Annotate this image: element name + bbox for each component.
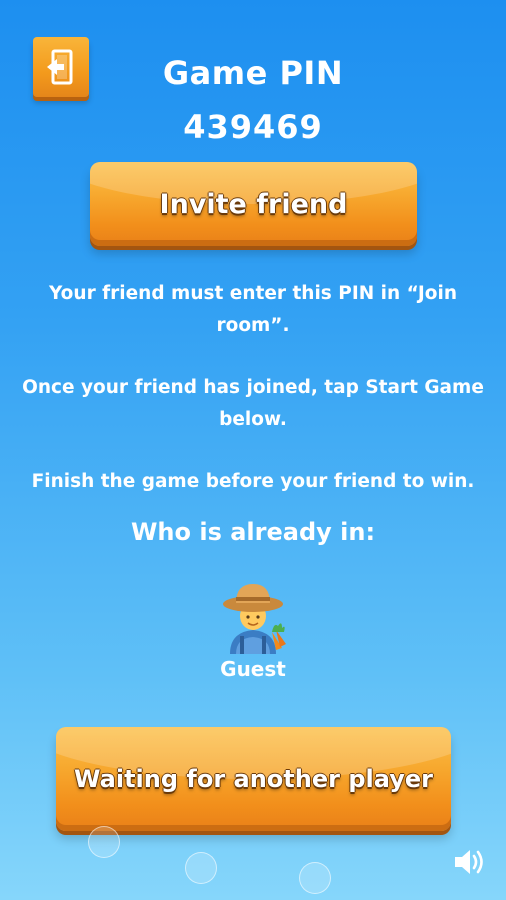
invite-friend-button[interactable]: Invite friend bbox=[90, 162, 417, 246]
sound-toggle-button[interactable] bbox=[452, 846, 488, 878]
speaker-icon bbox=[455, 850, 483, 874]
game-pin-value: 439469 bbox=[183, 108, 323, 146]
player-list-item bbox=[216, 582, 290, 654]
instruction-start-game: Once your friend has joined, tap Start G… bbox=[22, 377, 484, 430]
decorative-bubble bbox=[299, 862, 331, 894]
player-name: Guest bbox=[220, 657, 286, 681]
waiting-label: Waiting for another player bbox=[74, 765, 433, 793]
farmer-emoji-icon bbox=[223, 584, 286, 654]
decorative-bubble bbox=[185, 852, 217, 884]
waiting-button[interactable]: Waiting for another player bbox=[56, 727, 451, 831]
instruction-win: Finish the game before your friend to wi… bbox=[31, 471, 475, 492]
game-pin-title: Game PIN bbox=[162, 54, 344, 92]
decorative-bubble bbox=[88, 826, 120, 858]
players-heading: Who is already in: bbox=[130, 518, 376, 546]
invite-friend-label: Invite friend bbox=[159, 188, 348, 220]
instruction-join-room: Your friend must enter this PIN in “Join… bbox=[48, 283, 458, 336]
